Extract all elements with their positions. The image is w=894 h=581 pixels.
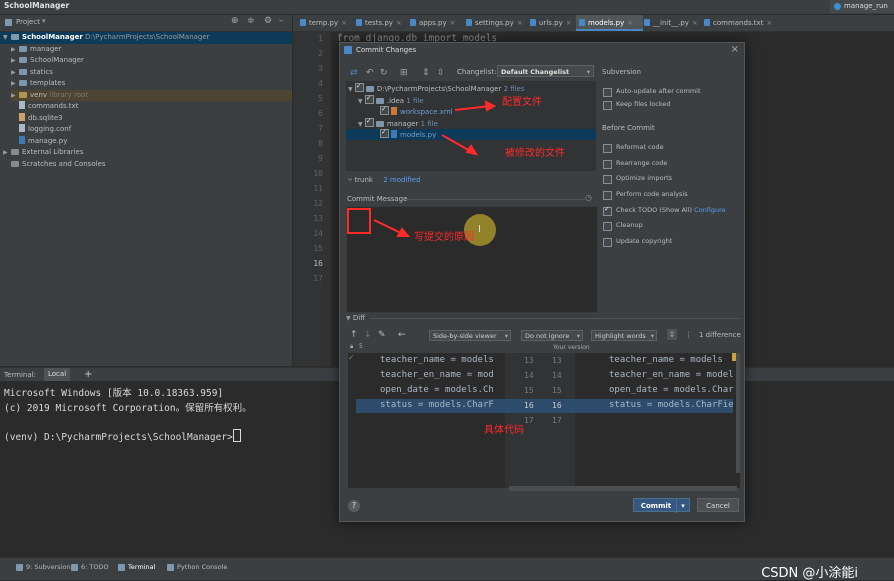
annotation-config-file: 配置文件: [502, 97, 542, 108]
arrow-config: [454, 105, 491, 111]
text-cursor-icon: I: [478, 224, 481, 235]
arrow-head: [484, 100, 497, 112]
annotation-write-message: 写提交的原因: [414, 232, 474, 243]
annotation-arrows: [373, 100, 497, 237]
arrow-message: [373, 219, 404, 235]
annotation-modified-file: 被修改的文件: [505, 148, 565, 159]
annotation-specific-code: 具体代码: [484, 425, 524, 436]
annotation-box: [347, 208, 371, 234]
arrow-head: [465, 144, 479, 156]
arrow-head: [396, 227, 411, 237]
